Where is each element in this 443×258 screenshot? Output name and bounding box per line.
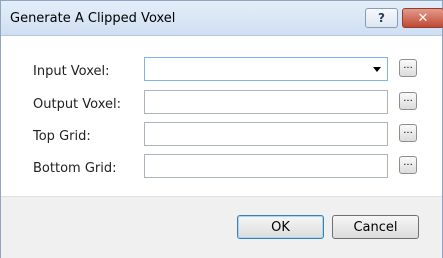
bottom-grid-browse-button[interactable]: ... <box>399 156 417 174</box>
close-icon[interactable]: ✕ <box>402 8 443 28</box>
bottom-grid-label: Bottom Grid: <box>33 161 117 176</box>
top-grid-browse-button[interactable]: ... <box>399 124 417 142</box>
top-grid-row: Top Grid: ... <box>1 122 442 150</box>
cancel-button[interactable]: Cancel <box>332 215 419 239</box>
input-voxel-browse-button[interactable]: ... <box>399 59 417 77</box>
ok-button[interactable]: OK <box>237 215 324 239</box>
dropdown-arrow-icon[interactable] <box>373 67 381 72</box>
button-bar: OK Cancel <box>1 196 442 258</box>
input-voxel-label: Input Voxel: <box>33 64 110 79</box>
dialog-window: Generate A Clipped Voxel ? ✕ Input Voxel… <box>0 0 443 258</box>
output-voxel-field[interactable] <box>144 90 388 114</box>
bottom-grid-field[interactable] <box>144 154 388 178</box>
output-voxel-label: Output Voxel: <box>33 97 122 112</box>
dialog-title: Generate A Clipped Voxel <box>10 11 176 26</box>
top-grid-field[interactable] <box>144 122 388 146</box>
output-voxel-browse-button[interactable]: ... <box>399 92 417 110</box>
input-voxel-row: Input Voxel: ... <box>1 57 442 85</box>
bottom-grid-row: Bottom Grid: ... <box>1 154 442 182</box>
form-area: Input Voxel: ... Output Voxel: ... Top G… <box>1 36 442 196</box>
top-grid-label: Top Grid: <box>33 129 91 144</box>
input-voxel-dropdown[interactable] <box>144 57 388 81</box>
help-icon[interactable]: ? <box>365 8 398 28</box>
title-bar[interactable]: Generate A Clipped Voxel ? ✕ <box>1 1 443 36</box>
output-voxel-row: Output Voxel: ... <box>1 90 442 118</box>
